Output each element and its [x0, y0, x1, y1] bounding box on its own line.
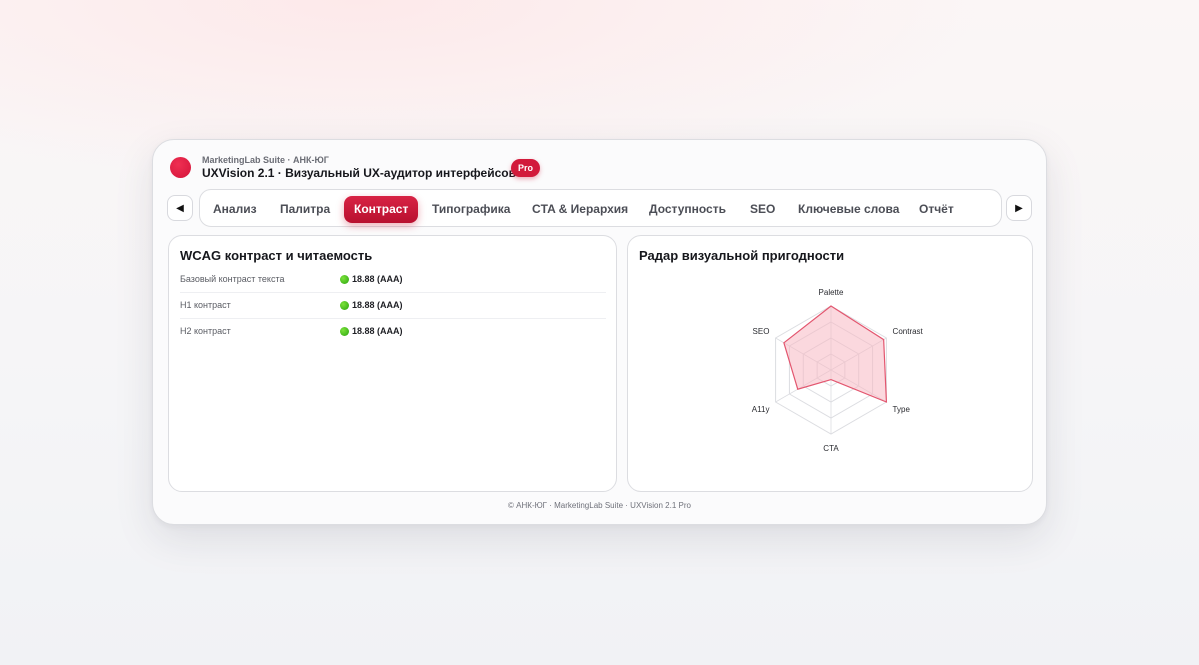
tab-keywords[interactable]: Ключевые слова [798, 196, 899, 223]
contrast-card: WCAG контраст и читаемость Базовый контр… [168, 235, 617, 492]
radar-card: Радар визуальной пригодности Palette Cont… [627, 235, 1033, 492]
arrow-left-icon: ◀ [176, 202, 184, 214]
tab-contrast[interactable]: Контраст [344, 196, 419, 223]
tab-palette[interactable]: Палитра [280, 196, 330, 223]
status-ok-icon [340, 300, 349, 310]
status-ok-icon [340, 326, 349, 336]
tab-analysis[interactable]: Анализ [213, 196, 257, 223]
tabs-next-button[interactable]: ▶ [1006, 195, 1032, 221]
contrast-row-label: H2 контраст [180, 326, 231, 336]
contrast-row-value: 18.88 (AAA) [340, 326, 403, 336]
pro-badge: Pro [511, 159, 541, 177]
tab-accessibility[interactable]: Доступность [649, 196, 726, 223]
brand-logo-icon [170, 157, 191, 178]
arrow-right-icon: ▶ [1015, 202, 1023, 214]
radar-axis-label: Contrast [893, 327, 924, 336]
radar-axis-label: SEO [753, 327, 770, 336]
status-ok-icon [340, 274, 349, 284]
app-window: MarketingLab Suite · АНК-ЮГ UXVision 2.1… [152, 139, 1047, 525]
radar-series-area [783, 305, 888, 403]
contrast-row: Базовый контраст текста 18.88 (AAA) [180, 267, 606, 293]
contrast-row-label: H1 контраст [180, 300, 231, 310]
app-title: UXVision 2.1 · Визуальный UX-аудитор инт… [202, 166, 516, 180]
contrast-row-score: 18.88 (AAA) [352, 300, 403, 310]
footer-copyright: © АНК-ЮГ · MarketingLab Suite · UXVision… [508, 501, 691, 510]
tab-report[interactable]: Отчёт [919, 196, 954, 223]
radar-axis-label: Type [893, 405, 911, 414]
contrast-row: H2 контраст 18.88 (AAA) [180, 319, 606, 345]
tab-seo[interactable]: SEO [750, 196, 775, 223]
tab-cta-hierarchy[interactable]: CTA & Иерархия [532, 196, 628, 223]
radar-axis-label: A11y [752, 405, 770, 414]
contrast-row-score: 18.88 (AAA) [352, 326, 403, 336]
suite-name: MarketingLab Suite · АНК-ЮГ [202, 155, 329, 165]
radar-chart: Palette Contrast Type CTA A11y SEO [752, 288, 924, 453]
contrast-row: H1 контраст 18.88 (AAA) [180, 293, 606, 319]
contrast-row-value: 18.88 (AAA) [340, 274, 403, 284]
contrast-row-label: Базовый контраст текста [180, 274, 285, 284]
contrast-row-value: 18.88 (AAA) [340, 300, 403, 310]
contrast-card-title: WCAG контраст и читаемость [180, 248, 373, 263]
tabs-prev-button[interactable]: ◀ [167, 195, 193, 221]
radar-axis-label: Palette [819, 288, 844, 297]
contrast-row-score: 18.88 (AAA) [352, 274, 403, 284]
radar-axis-label: CTA [823, 444, 839, 453]
tab-typography[interactable]: Типографика [432, 196, 510, 223]
tab-bar: Анализ Палитра Контраст Типографика CTA … [199, 189, 1002, 227]
